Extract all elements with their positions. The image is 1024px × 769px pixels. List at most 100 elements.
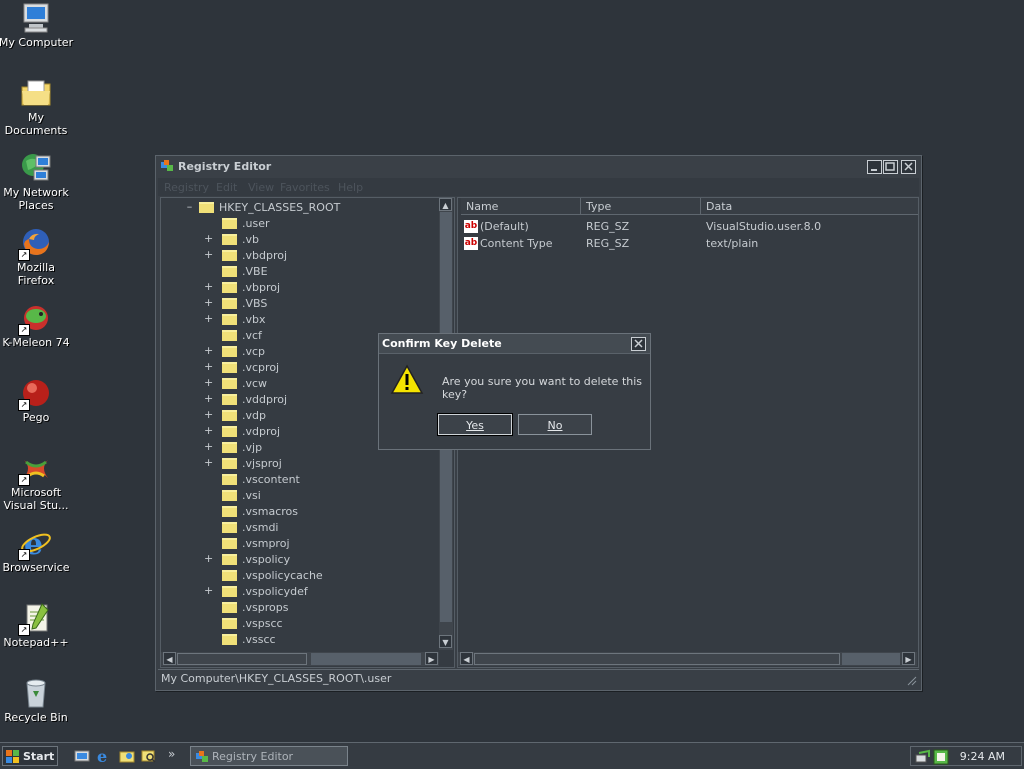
tree-item-label: .vspolicycache — [242, 569, 323, 582]
tree-item[interactable]: + .vbproj — [161, 280, 437, 296]
tree-item[interactable]: + .vjsproj — [161, 456, 437, 472]
desktop-icon-my-documents[interactable]: My Documents — [0, 77, 74, 137]
tree-item[interactable]: .vsprops — [161, 600, 437, 616]
column-header-type[interactable]: Type — [581, 198, 701, 215]
tree-item[interactable]: + .vbx — [161, 312, 437, 328]
values-horizontal-scrollbar[interactable]: ◀ ▶ — [458, 652, 917, 666]
tree-horizontal-scrollbar[interactable]: ◀ ▶ — [161, 652, 439, 666]
start-label: Start — [23, 750, 55, 763]
tree-item[interactable]: .vspolicycache — [161, 568, 437, 584]
yes-button[interactable]: Yes — [437, 413, 513, 436]
tree-expand-toggle[interactable]: + — [204, 248, 213, 262]
search-icon[interactable] — [141, 748, 157, 764]
desktop-icon-firefox[interactable]: ↗ Mozilla Firefox — [0, 227, 74, 287]
volume-tray-icon[interactable] — [933, 749, 949, 765]
minimize-button[interactable] — [867, 160, 882, 174]
scroll-down-button[interactable]: ▼ — [439, 635, 452, 648]
tree-item-label: .vsi — [242, 489, 261, 502]
network-tray-icon[interactable] — [915, 749, 931, 765]
start-button[interactable]: Start — [2, 746, 58, 766]
scroll-right-button[interactable]: ▶ — [425, 652, 438, 665]
taskbar-button-registry-editor[interactable]: Registry Editor — [190, 746, 348, 766]
desktop-icon-recycle-bin[interactable]: Recycle Bin — [0, 677, 74, 724]
menu-view[interactable]: View — [248, 181, 274, 194]
value-row[interactable]: ab (Default) REG_SZ VisualStudio.user.8.… — [458, 218, 916, 235]
tree-expand-toggle[interactable]: + — [204, 280, 213, 294]
tree-item-label: .vddproj — [242, 393, 288, 406]
menu-edit[interactable]: Edit — [216, 181, 237, 194]
tree-item[interactable]: .vsmacros — [161, 504, 437, 520]
warning-icon — [390, 364, 424, 396]
tree-item[interactable]: .user — [161, 216, 437, 232]
desktop-icon-network-places[interactable]: My Network Places — [0, 152, 74, 212]
folder-icon — [222, 474, 237, 485]
quick-launch-overflow[interactable]: » — [168, 747, 175, 761]
tree-item[interactable]: .VBE — [161, 264, 437, 280]
my-computer-icon — [20, 2, 52, 34]
no-button[interactable]: No — [518, 414, 592, 435]
tree-expand-toggle[interactable]: + — [204, 552, 213, 566]
tree-item[interactable]: + .VBS — [161, 296, 437, 312]
desktop-icon-k-meleon[interactable]: ↗ K-Meleon 74 — [0, 302, 74, 349]
scroll-thumb[interactable] — [177, 653, 307, 665]
folder-icon — [222, 282, 237, 293]
tree-item[interactable]: .vsmproj — [161, 536, 437, 552]
desktop-icon-visual-studio[interactable]: ↗ Microsoft Visual Stu... — [0, 452, 74, 512]
tree-expand-toggle[interactable]: + — [204, 376, 213, 390]
desktop-icon-notepad-plus-plus[interactable]: ↗ Notepad++ — [0, 602, 74, 649]
scroll-thumb[interactable] — [842, 653, 900, 665]
scroll-up-button[interactable]: ▲ — [439, 198, 452, 211]
tree-item[interactable]: .vsmdi — [161, 520, 437, 536]
tree-collapse-toggle[interactable]: – — [185, 200, 194, 214]
desktop-icon-my-computer[interactable]: My Computer — [0, 2, 74, 49]
tree-item[interactable]: + .vbdproj — [161, 248, 437, 264]
tree-item[interactable]: .vscontent — [161, 472, 437, 488]
tree-expand-toggle[interactable]: + — [204, 584, 213, 598]
scroll-left-button[interactable]: ◀ — [163, 652, 176, 665]
tree-item[interactable]: .vspscc — [161, 616, 437, 632]
tree-item-label: .vbproj — [242, 281, 281, 294]
shortcut-arrow-icon: ↗ — [18, 324, 30, 336]
menu-registry[interactable]: Registry — [164, 181, 209, 194]
string-value-icon: ab — [464, 220, 478, 233]
tree-item[interactable]: + .vspolicydef — [161, 584, 437, 600]
windows-explorer-icon[interactable] — [119, 748, 135, 764]
desktop-icon-pego[interactable]: ↗ Pego — [0, 377, 74, 424]
dialog-titlebar[interactable]: Confirm Key Delete — [379, 334, 650, 354]
tree-expand-toggle[interactable]: + — [204, 424, 213, 438]
window-titlebar[interactable]: Registry Editor — [156, 156, 921, 178]
tree-item[interactable]: .vsscc — [161, 632, 437, 648]
menu-favorites[interactable]: Favorites — [280, 181, 330, 194]
scroll-left-button[interactable]: ◀ — [460, 652, 473, 665]
scroll-right-button[interactable]: ▶ — [902, 652, 915, 665]
tree-item[interactable]: + .vb — [161, 232, 437, 248]
column-header-name[interactable]: Name — [461, 198, 581, 215]
tree-expand-toggle[interactable]: + — [204, 232, 213, 246]
tree-item[interactable]: + .vspolicy — [161, 552, 437, 568]
tree-root-hkey-classes-root[interactable]: – HKEY_CLASSES_ROOT — [161, 200, 437, 216]
column-header-data[interactable]: Data — [701, 198, 918, 215]
clock[interactable]: 9:24 AM — [960, 747, 1005, 767]
tree-expand-toggle[interactable]: + — [204, 392, 213, 406]
tree-expand-toggle[interactable]: + — [204, 408, 213, 422]
tree-expand-toggle[interactable]: + — [204, 440, 213, 454]
tree-expand-toggle[interactable]: + — [204, 296, 213, 310]
close-button[interactable] — [901, 160, 916, 174]
tree-item-label: .vdproj — [242, 425, 281, 438]
internet-explorer-icon[interactable]: e — [96, 747, 112, 766]
tree-expand-toggle[interactable]: + — [204, 312, 213, 326]
show-desktop-icon[interactable] — [74, 748, 90, 764]
tree-expand-toggle[interactable]: + — [204, 360, 213, 374]
desktop-icon-browservice[interactable]: e ↗ Browservice — [0, 527, 74, 574]
tree-expand-toggle[interactable]: + — [204, 456, 213, 470]
desktop-icon-label: My Documents — [4, 111, 68, 137]
menu-help[interactable]: Help — [338, 181, 363, 194]
resize-grip-icon[interactable] — [905, 674, 917, 686]
system-tray: 9:24 AM — [910, 746, 1022, 766]
tree-item[interactable]: .vsi — [161, 488, 437, 504]
desktop-icon-label: My Network Places — [3, 186, 69, 212]
value-row[interactable]: ab Content Type REG_SZ text/plain — [458, 235, 916, 252]
dialog-close-button[interactable] — [631, 337, 646, 351]
maximize-button[interactable] — [883, 160, 898, 174]
tree-expand-toggle[interactable]: + — [204, 344, 213, 358]
